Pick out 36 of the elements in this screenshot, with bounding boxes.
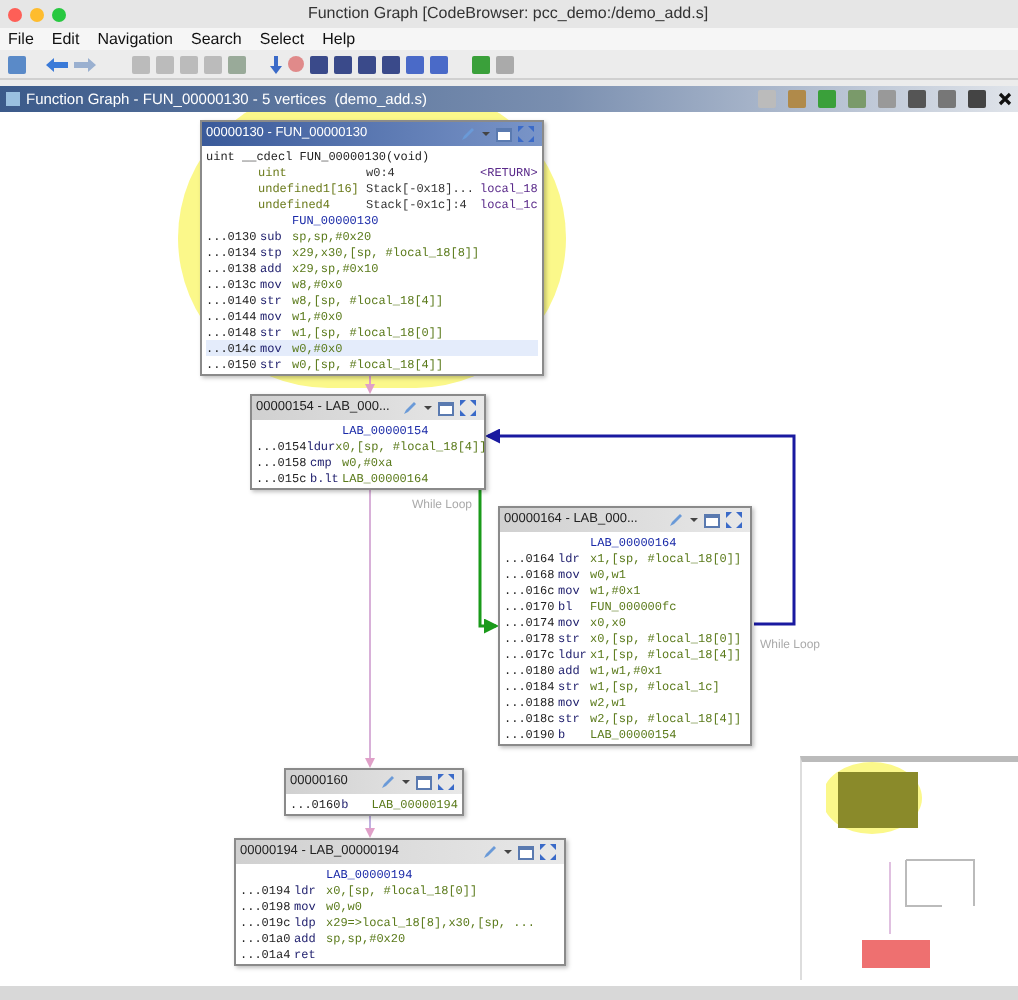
caret-icon[interactable] — [402, 778, 410, 786]
fullscreen-icon[interactable] — [540, 844, 556, 860]
window-icon[interactable] — [518, 845, 534, 859]
caret-icon[interactable] — [504, 848, 512, 856]
window-icon[interactable] — [416, 775, 432, 789]
fullscreen-icon[interactable] — [460, 400, 476, 416]
back-arrow-icon[interactable] — [46, 57, 68, 71]
menu-item[interactable]: Navigation — [97, 27, 173, 51]
window-icon[interactable] — [496, 127, 512, 141]
menu-item[interactable]: Edit — [51, 27, 80, 51]
caret-icon[interactable] — [424, 404, 432, 412]
code-block-node[interactable] — [498, 506, 752, 746]
window-icon[interactable] — [704, 513, 720, 527]
code-block-node[interactable] — [200, 120, 544, 376]
edit-icon[interactable] — [380, 774, 396, 790]
menu-item[interactable]: Help — [322, 27, 356, 51]
menu-item[interactable]: File — [8, 27, 34, 51]
close-button[interactable] — [8, 7, 22, 21]
edge-arrow — [365, 373, 375, 394]
window-title: Function Graph [CodeBrowser: pcc_demo:/demo_add.s] — [307, 2, 711, 26]
zoom-button[interactable] — [52, 7, 66, 21]
edit-icon[interactable] — [668, 512, 684, 528]
scroll-bar[interactable] — [0, 986, 1018, 1000]
close-icon[interactable] — [998, 92, 1012, 106]
fullscreen-icon[interactable] — [726, 512, 742, 528]
window-icon[interactable] — [438, 401, 454, 415]
fullscreen-icon[interactable] — [518, 126, 534, 142]
menu-item[interactable]: Search — [191, 27, 242, 51]
menu-item[interactable]: Select — [259, 27, 305, 51]
edit-icon[interactable] — [482, 844, 498, 860]
caret-icon[interactable] — [690, 516, 698, 524]
edge-arrow — [365, 813, 375, 838]
fullscreen-icon[interactable] — [438, 774, 454, 790]
down-arrow-icon[interactable] — [270, 55, 282, 73]
edit-icon[interactable] — [402, 400, 418, 416]
forward-arrow-icon[interactable] — [74, 57, 96, 71]
